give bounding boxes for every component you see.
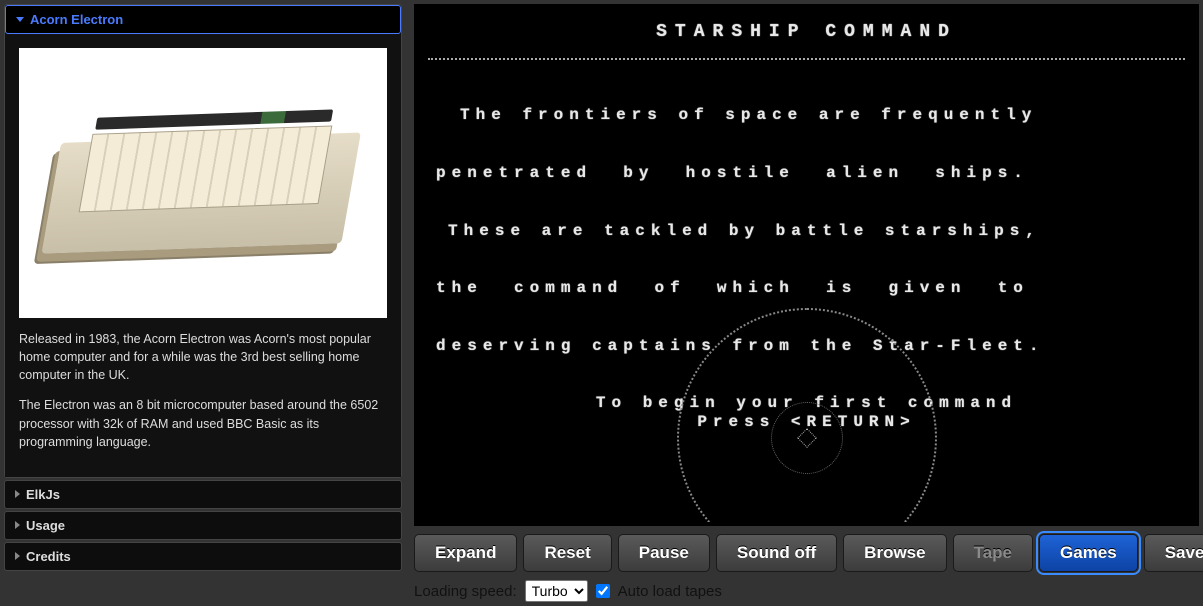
autoload-label: Auto load tapes bbox=[618, 583, 722, 600]
save-button[interactable]: Save bbox=[1144, 534, 1203, 572]
ship-icon bbox=[797, 428, 817, 448]
loading-speed-select[interactable]: Turbo bbox=[525, 580, 588, 602]
description-p1: Released in 1983, the Acorn Electron was… bbox=[19, 330, 387, 384]
accordion-body-acorn: Released in 1983, the Acorn Electron was… bbox=[5, 34, 401, 477]
description-text: Released in 1983, the Acorn Electron was… bbox=[19, 330, 387, 451]
games-button[interactable]: Games bbox=[1039, 534, 1138, 572]
accordion-acorn-electron: Acorn Electron Released in 1983, the Aco… bbox=[4, 4, 402, 478]
control-bar: Expand Reset Pause Sound off Browse Tape… bbox=[414, 534, 1199, 572]
emulator-screen[interactable]: STARSHIP COMMAND The frontiers of space … bbox=[414, 4, 1199, 526]
divider bbox=[428, 58, 1185, 60]
expand-button[interactable]: Expand bbox=[414, 534, 517, 572]
accordion-header-usage[interactable]: Usage bbox=[5, 512, 401, 539]
main-area: STARSHIP COMMAND The frontiers of space … bbox=[414, 4, 1199, 602]
chevron-down-icon bbox=[16, 17, 24, 22]
accordion-header-credits[interactable]: Credits bbox=[5, 543, 401, 570]
accordion-usage: Usage bbox=[4, 511, 402, 540]
chevron-right-icon bbox=[15, 490, 20, 498]
accordion-credits: Credits bbox=[4, 542, 402, 571]
bottom-row: Loading speed: Turbo Auto load tapes bbox=[414, 580, 1199, 602]
reset-button[interactable]: Reset bbox=[523, 534, 611, 572]
accordion-elkjs: ElkJs bbox=[4, 480, 402, 509]
tape-button: Tape bbox=[953, 534, 1033, 572]
accordion-header-acorn[interactable]: Acorn Electron bbox=[5, 5, 401, 34]
chevron-right-icon bbox=[15, 521, 20, 529]
accordion-title: Acorn Electron bbox=[30, 12, 123, 27]
autoload-checkbox[interactable] bbox=[596, 584, 610, 598]
sidebar: Acorn Electron Released in 1983, the Aco… bbox=[4, 4, 402, 602]
accordion-title: Credits bbox=[26, 549, 71, 564]
pause-button[interactable]: Pause bbox=[618, 534, 710, 572]
loading-speed-label: Loading speed: bbox=[414, 583, 517, 600]
game-title: STARSHIP COMMAND bbox=[418, 8, 1195, 42]
computer-image bbox=[19, 48, 387, 318]
chevron-right-icon bbox=[15, 552, 20, 560]
accordion-title: Usage bbox=[26, 518, 65, 533]
browse-button[interactable]: Browse bbox=[843, 534, 946, 572]
accordion-title: ElkJs bbox=[26, 487, 60, 502]
accordion-header-elkjs[interactable]: ElkJs bbox=[5, 481, 401, 508]
description-p2: The Electron was an 8 bit microcomputer … bbox=[19, 396, 387, 450]
sound-button[interactable]: Sound off bbox=[716, 534, 837, 572]
